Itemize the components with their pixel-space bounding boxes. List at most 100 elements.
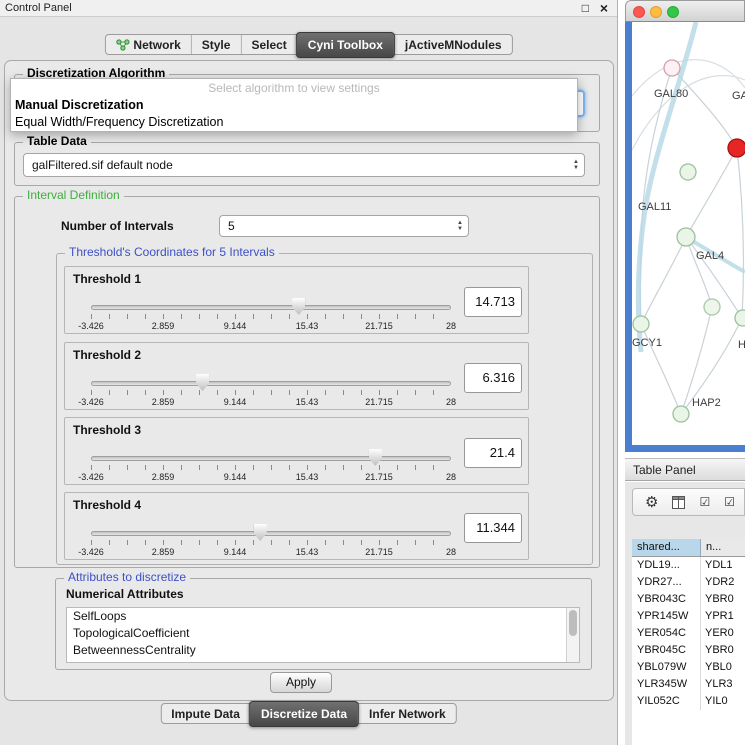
tab-jactivemnodules[interactable]: jActiveMNodules [394,35,512,54]
select-visible-columns-icon[interactable]: ☑ [724,496,735,508]
apply-button[interactable]: Apply [270,672,332,693]
threshold-4-panel: Threshold 4 -3.426 2.859 9.144 15.43 21.… [64,492,529,560]
number-of-intervals-select[interactable]: 5 ▲▼ [219,215,469,237]
network-canvas[interactable]: GAL80 GA GAL11 GAL4 GCY1 HAP2 H [632,22,745,445]
table-cell[interactable]: YER0 [701,625,745,642]
slider-track[interactable] [91,305,451,310]
slider-thumb[interactable] [369,449,382,466]
table-cell[interactable]: YDR2 [701,574,745,591]
table-data-select[interactable]: galFiltered.sif default node ▲▼ [23,153,585,177]
network-window-titlebar[interactable] [625,0,745,22]
threshold-value-field[interactable]: 6.316 [464,363,522,393]
table-cell[interactable]: YBR0 [701,642,745,659]
network-node[interactable] [633,316,649,332]
table-cell[interactable]: YPR1 [701,608,745,625]
tick-label: 28 [446,472,456,482]
float-window-icon[interactable]: □ [582,1,589,15]
network-node[interactable] [704,299,720,315]
node-label-partial[interactable]: GA [732,90,745,102]
network-node[interactable] [673,406,689,422]
table-row[interactable]: YBL079WYBL0 [632,659,745,676]
numerical-attributes-list[interactable]: SelfLoops TopologicalCoefficient Between… [66,607,580,663]
table-row[interactable]: YIL052CYIL0 [632,693,745,710]
close-traffic-light-icon[interactable] [633,6,645,18]
table-cell[interactable]: YER054C [632,625,701,642]
threshold-value-field[interactable]: 21.4 [464,438,522,468]
list-item[interactable]: BetweennessCentrality [67,642,579,659]
network-node[interactable] [664,60,680,76]
table-cell[interactable]: YLR345W [632,676,701,693]
table-row[interactable]: YPR145WYPR1 [632,608,745,625]
close-window-icon[interactable]: × [600,0,608,16]
table-columns-icon[interactable] [672,496,685,509]
table-cell[interactable]: YLR3 [701,676,745,693]
table-cell[interactable]: YBR043C [632,591,701,608]
node-label-gal11[interactable]: GAL11 [638,201,671,213]
table-row[interactable]: YER054CYER0 [632,625,745,642]
column-header-name[interactable]: n... [701,539,745,557]
slider-track[interactable] [91,531,451,536]
table-row[interactable]: YDL19...YDL1 [632,557,745,574]
network-graph[interactable] [632,22,745,445]
table-cell[interactable]: YBL0 [701,659,745,676]
table-panel-titlebar[interactable]: Table Panel [625,458,745,481]
table-row[interactable]: YBR045CYBR0 [632,642,745,659]
slider-thumb[interactable] [196,374,209,391]
dropdown-option-equal-width-frequency[interactable]: Equal Width/Frequency Discretization [11,114,577,131]
tab-infer-network[interactable]: Infer Network [358,704,456,723]
tick-label: 15.43 [296,547,319,557]
tab-network[interactable]: Network [105,35,190,54]
tab-impute-data[interactable]: Impute Data [161,704,250,723]
slider-track[interactable] [91,456,451,461]
table-cell[interactable]: YIL052C [632,693,701,710]
list-scrollbar[interactable] [566,608,579,662]
network-node-selected[interactable] [728,139,745,157]
column-header-shared-name[interactable]: shared... [632,539,701,557]
tab-cyni-toolbox[interactable]: Cyni Toolbox [296,32,395,58]
select-all-columns-icon[interactable]: ☑ [699,496,710,508]
table-cell[interactable]: YDR27... [632,574,701,591]
node-label-gcy1[interactable]: GCY1 [632,337,662,349]
network-node[interactable] [677,228,695,246]
minimize-traffic-light-icon[interactable] [650,6,662,18]
slider-thumb[interactable] [254,524,267,541]
threshold-value-field[interactable]: 14.713 [464,287,522,317]
table-cell[interactable]: YIL0 [701,693,745,710]
node-label-gal80[interactable]: GAL80 [654,88,688,100]
table-cell[interactable]: YPR145W [632,608,701,625]
table-cell[interactable]: YBR045C [632,642,701,659]
threshold-3-slider[interactable]: -3.426 2.859 9.144 15.43 21.715 28 [91,448,451,482]
table-cell[interactable]: YDL19... [632,557,701,574]
node-label-partial[interactable]: H [738,339,745,351]
tab-label: jActiveMNodules [405,38,502,52]
table-cell[interactable]: YDL1 [701,557,745,574]
network-node[interactable] [735,310,745,326]
thresholds-group: Threshold's Coordinates for 5 Intervals … [56,253,593,565]
tab-style[interactable]: Style [191,35,241,54]
scrollbar-thumb[interactable] [569,610,577,636]
slider-track[interactable] [91,381,451,386]
table-row[interactable]: YDR27...YDR2 [632,574,745,591]
tab-select[interactable]: Select [240,35,296,54]
threshold-2-slider[interactable]: -3.426 2.859 9.144 15.43 21.715 28 [91,373,451,407]
threshold-4-slider[interactable]: -3.426 2.859 9.144 15.43 21.715 28 [91,523,451,557]
node-label-gal4[interactable]: GAL4 [696,250,724,262]
threshold-value-field[interactable]: 11.344 [464,513,522,543]
zoom-traffic-light-icon[interactable] [667,6,679,18]
tab-label: Network [133,38,180,52]
tick-label: -3.426 [78,397,104,407]
gear-icon[interactable]: ⚙ [645,495,658,510]
node-label-hap2[interactable]: HAP2 [692,397,721,409]
threshold-1-slider[interactable]: -3.426 2.859 9.144 15.43 21.715 28 [91,297,451,331]
table-row[interactable]: YBR043CYBR0 [632,591,745,608]
tick-label: 9.144 [224,472,247,482]
table-row[interactable]: YLR345WYLR3 [632,676,745,693]
dropdown-option-manual-discretization[interactable]: Manual Discretization [11,97,577,114]
table-cell[interactable]: YBL079W [632,659,701,676]
list-item[interactable]: TopologicalCoefficient [67,625,579,642]
table-cell[interactable]: YBR0 [701,591,745,608]
network-node[interactable] [680,164,696,180]
list-item[interactable]: SelfLoops [67,608,579,625]
tab-discretize-data[interactable]: Discretize Data [249,701,359,727]
slider-thumb[interactable] [292,298,305,315]
